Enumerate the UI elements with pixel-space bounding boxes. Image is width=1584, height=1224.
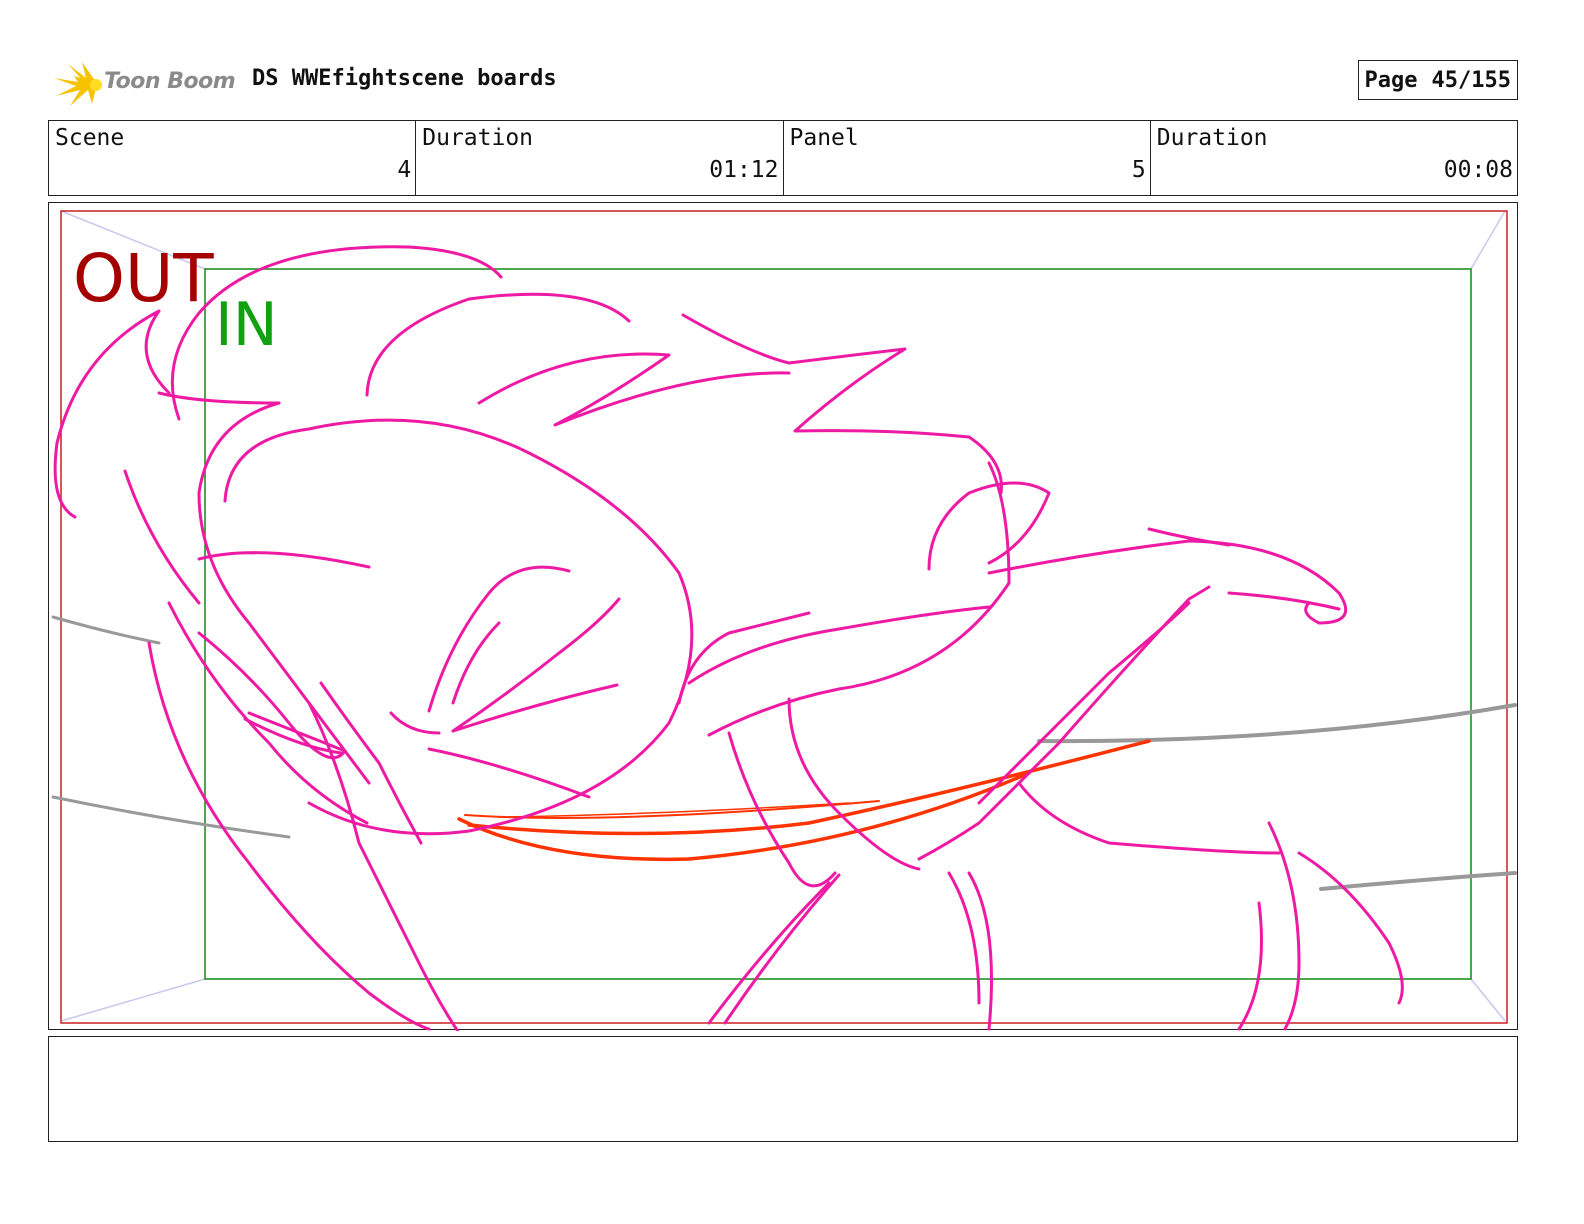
panel-duration-cell: Duration 00:08 xyxy=(1151,121,1517,195)
panel-duration-label: Duration xyxy=(1156,125,1268,151)
sketch-canvas: OUT IN xyxy=(51,210,1517,1031)
page-number: 45/155 xyxy=(1431,67,1511,93)
toon-boom-logo: Toon Boom xyxy=(52,56,242,108)
page-header: Toon Boom DS WWEfightscene boards Page 4… xyxy=(52,52,1540,112)
page-indicator: Page 45/155 xyxy=(1357,60,1518,100)
in-label: IN xyxy=(215,290,278,360)
motion-lines xyxy=(457,739,1151,862)
logo-text: Toon Boom xyxy=(104,69,236,94)
out-label: OUT xyxy=(73,240,214,317)
scene-label: Scene xyxy=(55,125,125,151)
panel-info-bar: Scene 4 Duration 01:12 Panel 5 Duration … xyxy=(48,120,1518,196)
panel-cell: Panel 5 xyxy=(784,121,1151,195)
notes-text xyxy=(49,1037,1517,1053)
scene-cell: Scene 4 xyxy=(49,121,417,195)
panel-value: 5 xyxy=(1131,157,1146,183)
scene-duration-cell: Duration 01:12 xyxy=(416,121,784,195)
page-label: Page xyxy=(1364,67,1418,93)
panel-label: Panel xyxy=(789,125,859,151)
document-title: DS WWEfightscene boards xyxy=(252,66,557,91)
scene-value: 4 xyxy=(397,157,412,183)
scene-duration-label: Duration xyxy=(422,125,534,151)
starburst-icon xyxy=(54,62,102,106)
character-sketch xyxy=(53,245,1404,1031)
panel-notes-box xyxy=(48,1036,1518,1142)
panel-duration-value: 00:08 xyxy=(1443,157,1513,183)
in-frame xyxy=(204,268,1472,980)
storyboard-frame: OUT IN xyxy=(48,202,1518,1031)
scene-duration-value: 01:12 xyxy=(709,157,779,183)
